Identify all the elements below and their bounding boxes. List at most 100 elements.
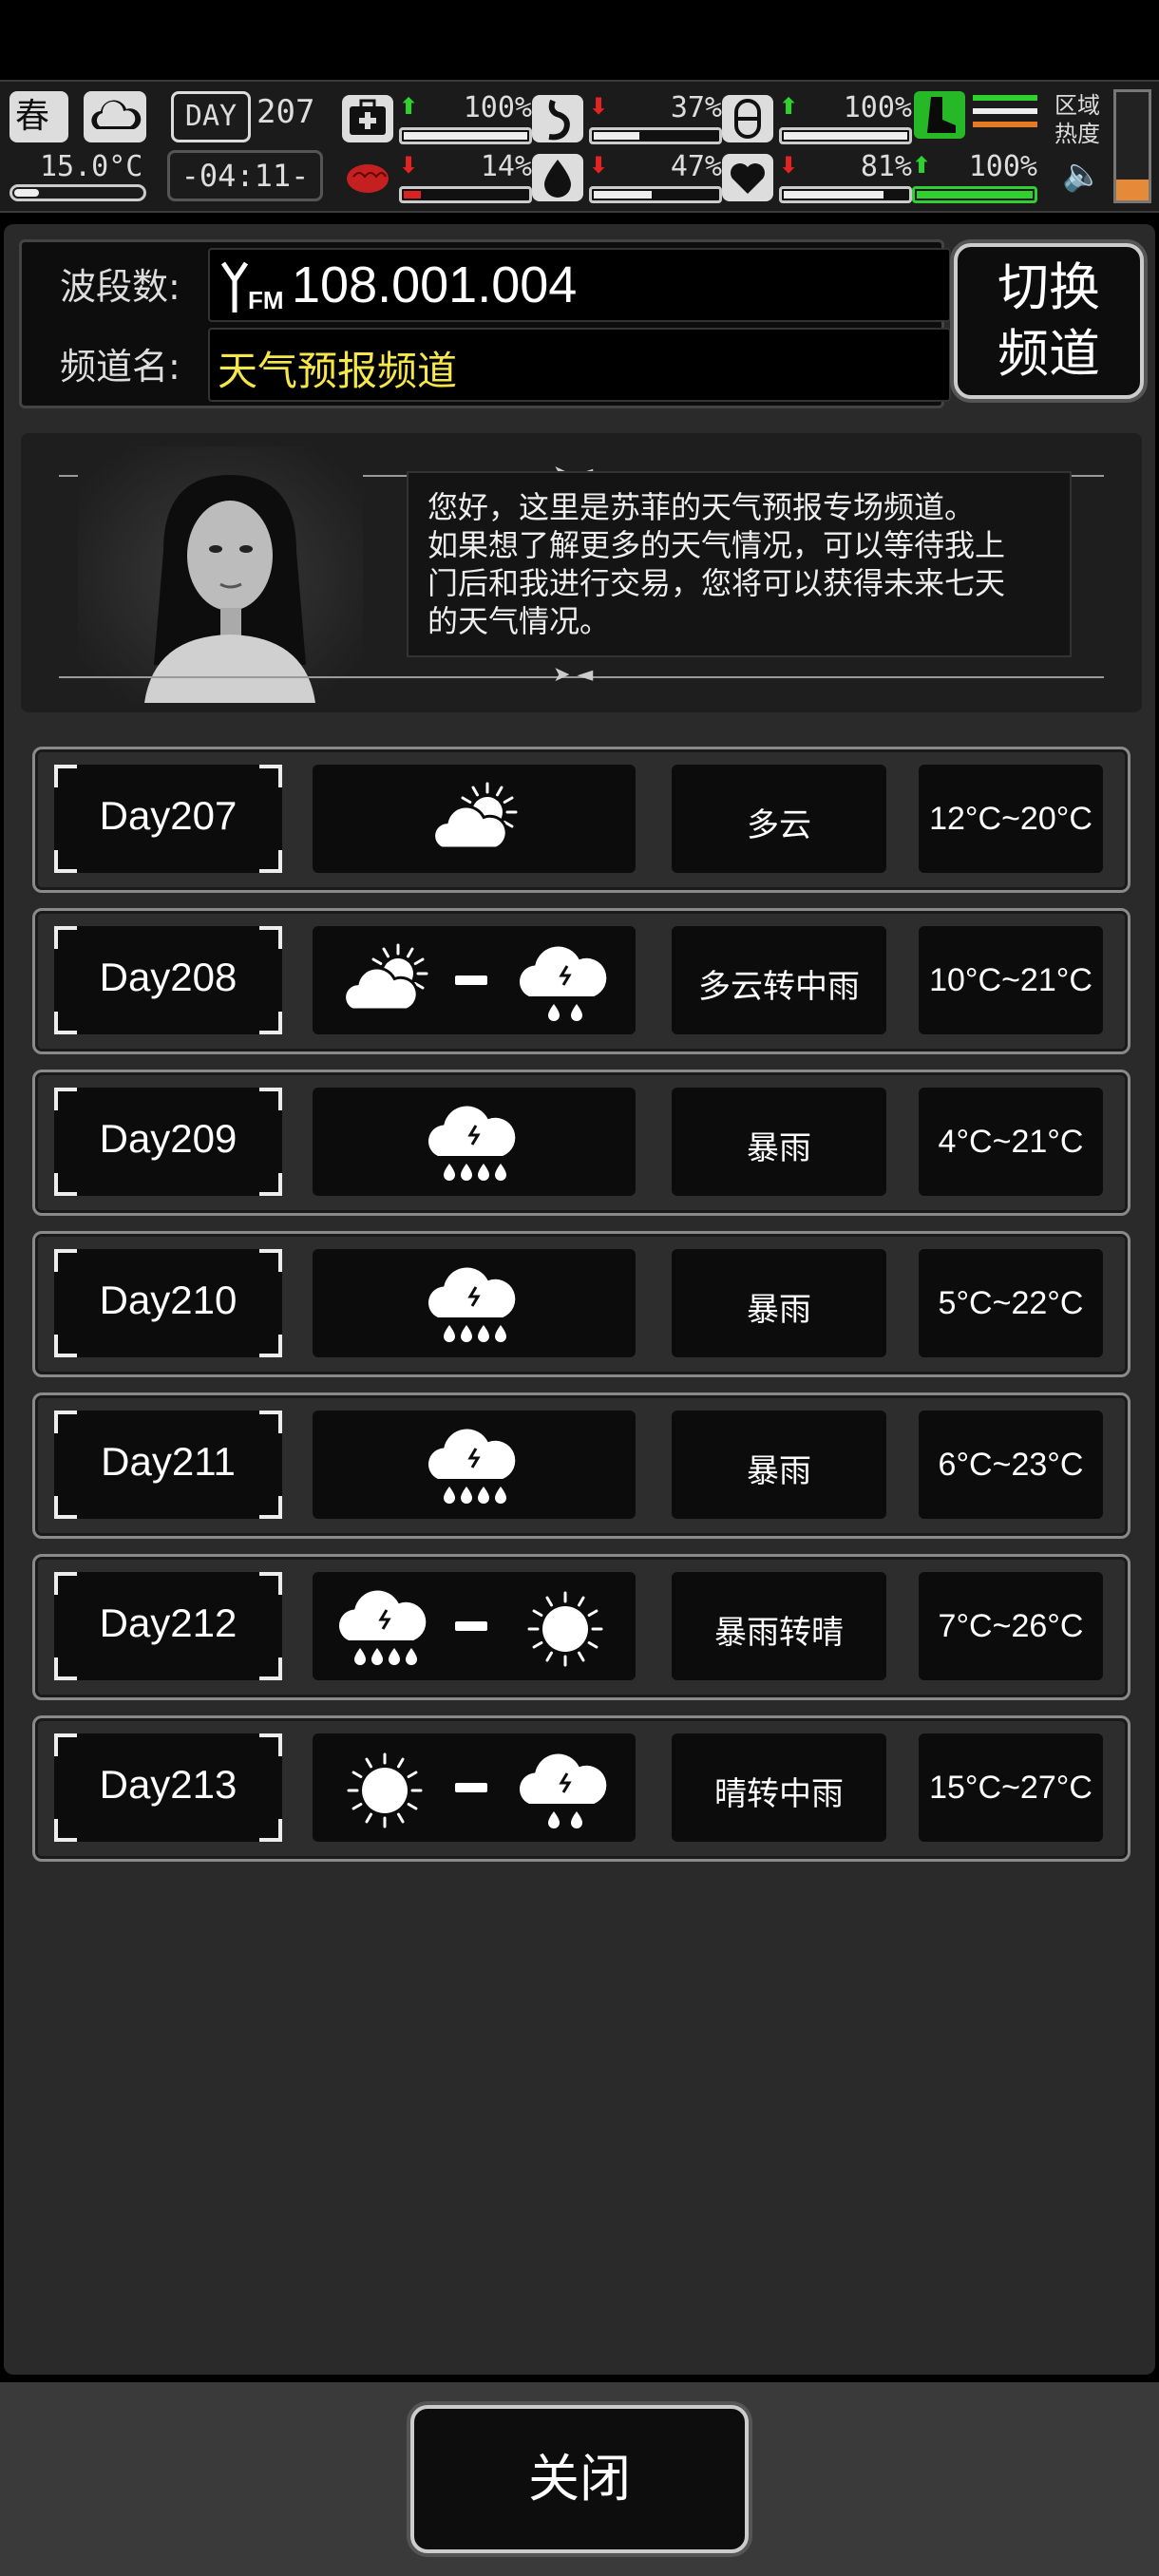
day-cell: Day209 bbox=[54, 1088, 282, 1196]
stat-stamina[interactable]: ⬆ 100% bbox=[912, 150, 1037, 205]
temperature-cell: 7°C~26°C bbox=[919, 1572, 1103, 1680]
stat-mental[interactable]: ⬇ 14% bbox=[342, 150, 532, 205]
speaker-icon[interactable]: 🔈 bbox=[1062, 156, 1102, 194]
forecast-row: Day209 暴雨 4°C~21°C bbox=[32, 1070, 1130, 1216]
heavy-rain-icon bbox=[417, 1260, 531, 1352]
capsule-icon bbox=[722, 95, 773, 142]
temperature-cell: 15°C~27°C bbox=[919, 1733, 1103, 1842]
corner-bracket-icon bbox=[259, 765, 282, 787]
day-cell: Day210 bbox=[54, 1249, 282, 1357]
forecast-day: Day208 bbox=[99, 955, 238, 999]
stomach-icon bbox=[532, 95, 583, 142]
forecast-day: Day211 bbox=[101, 1439, 236, 1484]
weather-desc: 多云转中雨 bbox=[698, 968, 860, 1006]
weather-desc-cell: 多云 bbox=[672, 765, 886, 873]
trend-down-icon: ⬇ bbox=[589, 93, 609, 120]
temperature-cell: 4°C~21°C bbox=[919, 1088, 1103, 1196]
stat-health[interactable]: ⬆ 100% bbox=[342, 91, 532, 146]
message-line: 的天气情况。 bbox=[428, 603, 611, 639]
stat-bar bbox=[589, 127, 722, 144]
announcer-portrait bbox=[78, 446, 363, 703]
switch-channel-button[interactable]: 切换 频道 bbox=[954, 243, 1144, 399]
svg-text:FM: FM bbox=[248, 286, 284, 314]
day-cell: Day212 bbox=[54, 1572, 282, 1680]
corner-bracket-icon bbox=[259, 1819, 282, 1842]
stat-value: 14% bbox=[480, 150, 532, 183]
forecast-row: Day208 多云转中雨 10°C~21°C bbox=[32, 908, 1130, 1054]
status-hud: 春 15.0°C DAY 207 -04:11- ⬆ 100% ⬇ 37% ⬆ … bbox=[0, 80, 1159, 213]
day-cell: Day213 bbox=[54, 1733, 282, 1842]
corner-bracket-icon bbox=[54, 1657, 77, 1680]
temperature-range: 12°C~20°C bbox=[929, 801, 1092, 837]
corner-bracket-icon bbox=[54, 1173, 77, 1196]
fm-antenna-icon: FM bbox=[219, 259, 286, 325]
sunny-icon bbox=[328, 1745, 442, 1836]
water-drop-icon bbox=[532, 154, 583, 201]
stat-thirst[interactable]: ⬇ 47% bbox=[532, 150, 722, 205]
announcer-message-panel: ➤ ◄ 您好，这里是苏菲的天气预报专场频道。 如果想了解更多的天气情况，可以等待… bbox=[21, 433, 1142, 712]
corner-bracket-icon bbox=[259, 1733, 282, 1756]
weather-desc: 暴雨 bbox=[747, 1452, 811, 1490]
stat-bar bbox=[779, 186, 912, 203]
switch-label-line1: 切换 bbox=[998, 257, 1100, 317]
partly-cloudy-icon bbox=[417, 776, 531, 867]
transition-dash bbox=[455, 1783, 487, 1792]
footer-bar: 关闭 bbox=[0, 2382, 1159, 2576]
corner-bracket-icon bbox=[259, 1088, 282, 1110]
corner-bracket-icon bbox=[259, 1249, 282, 1272]
weather-desc-cell: 暴雨 bbox=[672, 1249, 886, 1357]
region-heat-bar bbox=[1113, 89, 1151, 203]
trend-down-icon: ⬇ bbox=[589, 152, 609, 179]
trend-up-icon: ⬆ bbox=[779, 93, 799, 120]
weather-desc-cell: 暴雨转晴 bbox=[672, 1572, 886, 1680]
corner-bracket-icon bbox=[54, 850, 77, 873]
stat-mood[interactable]: ⬇ 81% bbox=[722, 150, 912, 205]
brain-icon bbox=[342, 154, 393, 201]
forecast-day: Day210 bbox=[99, 1278, 238, 1322]
weather-icon-cell bbox=[313, 1733, 636, 1842]
stat-hunger[interactable]: ⬇ 37% bbox=[532, 91, 722, 146]
forecast-row: Day213 晴转中雨 15°C~27°C bbox=[32, 1715, 1130, 1862]
forecast-day: Day209 bbox=[99, 1116, 238, 1161]
temperature-cell: 6°C~23°C bbox=[919, 1411, 1103, 1519]
trend-up-icon: ⬆ bbox=[912, 152, 932, 179]
close-button[interactable]: 关闭 bbox=[410, 2405, 749, 2553]
stat-bar bbox=[399, 186, 532, 203]
channel-value: 天气预报频道 bbox=[218, 348, 458, 394]
channel-label: 频道名: bbox=[60, 346, 180, 388]
transition-dash bbox=[455, 975, 487, 985]
message-line: 如果想了解更多的天气情况，可以等待我上 bbox=[428, 527, 1006, 563]
forecast-day: Day212 bbox=[99, 1601, 238, 1645]
heavy-rain-icon bbox=[417, 1422, 531, 1513]
temperature-readout: 15.0°C bbox=[40, 150, 143, 183]
radio-panel: 波段数: FM 108.001.004 频道名: 天气预报频道 切换 频道 ➤ … bbox=[4, 224, 1155, 2375]
divider-arrows-icon: ➤ ◄ bbox=[553, 663, 594, 687]
corner-bracket-icon bbox=[259, 1173, 282, 1196]
corner-bracket-icon bbox=[54, 1572, 77, 1595]
day-cell: Day207 bbox=[54, 765, 282, 873]
corner-bracket-icon bbox=[259, 1335, 282, 1357]
day-label: DAY bbox=[171, 91, 251, 142]
stat-value: 37% bbox=[670, 91, 722, 124]
heavy-rain-icon bbox=[417, 1099, 531, 1190]
temperature-range: 4°C~21°C bbox=[938, 1124, 1084, 1160]
trend-down-icon: ⬇ bbox=[779, 152, 799, 179]
weather-desc-cell: 暴雨 bbox=[672, 1411, 886, 1519]
day-number: 207 bbox=[256, 93, 315, 131]
stat-value: 81% bbox=[860, 150, 912, 183]
corner-bracket-icon bbox=[54, 1411, 77, 1433]
corner-bracket-icon bbox=[259, 850, 282, 873]
forecast-row: Day212 暴雨转晴 7°C~26°C bbox=[32, 1554, 1130, 1700]
weather-desc-cell: 多云转中雨 bbox=[672, 926, 886, 1034]
partly-cloudy-icon bbox=[328, 938, 442, 1029]
corner-bracket-icon bbox=[54, 1496, 77, 1519]
stat-medicine[interactable]: ⬆ 100% bbox=[722, 91, 912, 146]
sunny-icon bbox=[508, 1583, 622, 1675]
band-field: FM 108.001.004 bbox=[208, 248, 951, 322]
frequency-box: 波段数: FM 108.001.004 频道名: 天气预报频道 bbox=[19, 239, 951, 408]
temperature-cell: 5°C~22°C bbox=[919, 1249, 1103, 1357]
heat-label: 热度 bbox=[1054, 121, 1100, 147]
forecast-row: Day207 多云 12°C~20°C bbox=[32, 747, 1130, 893]
heavy-rain-icon bbox=[328, 1583, 442, 1675]
temperature-range: 10°C~21°C bbox=[929, 962, 1092, 998]
